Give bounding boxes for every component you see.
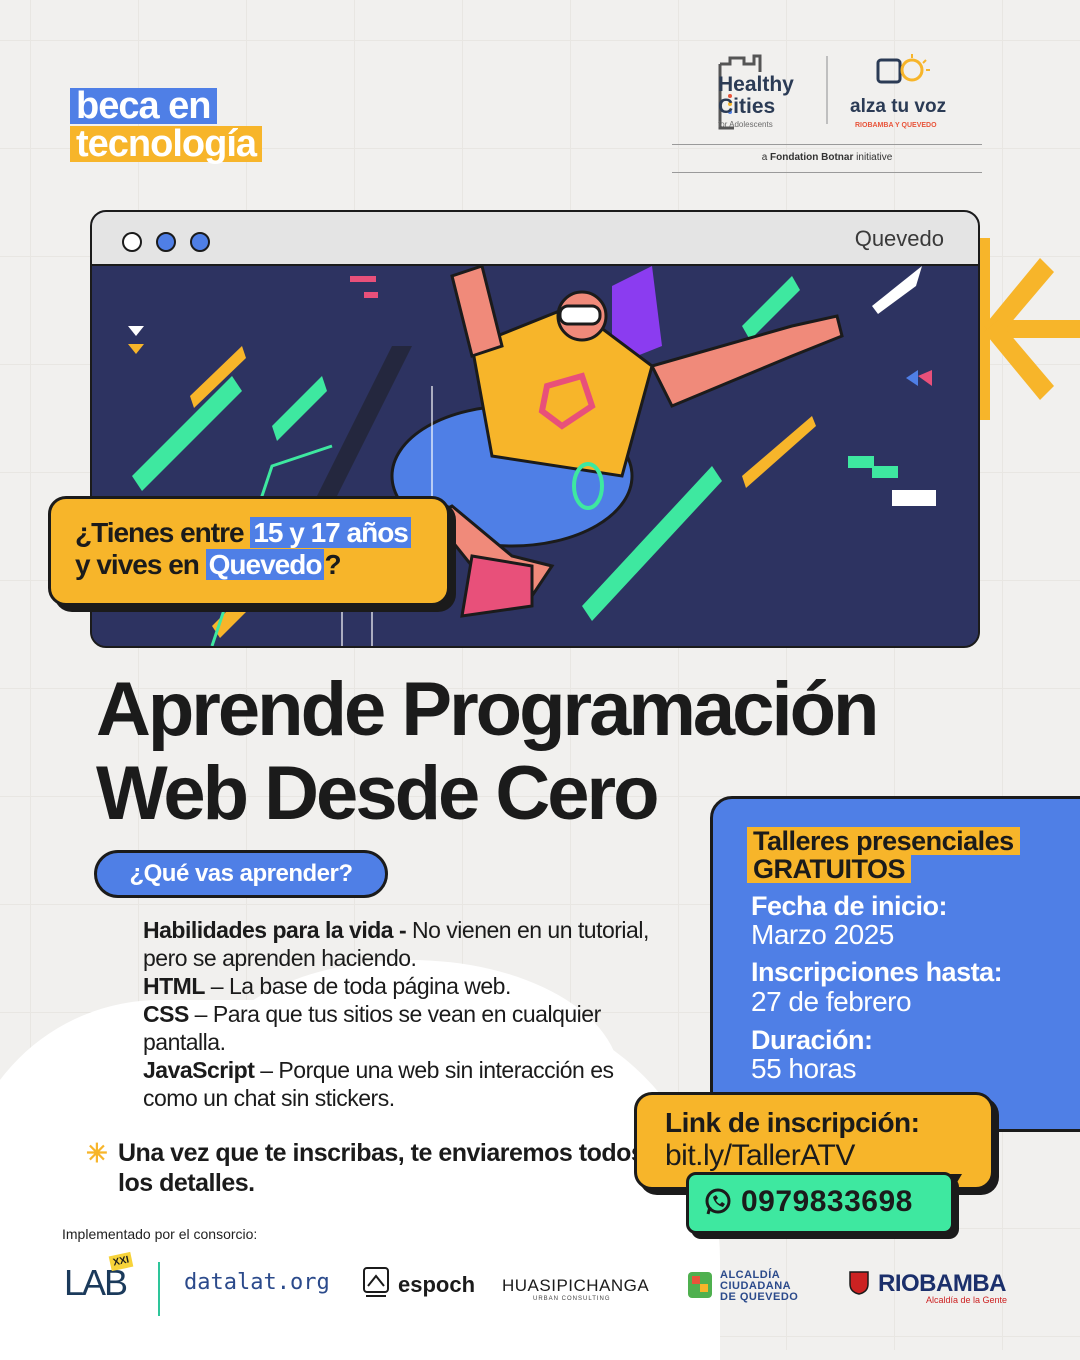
learn-pill: ¿Qué vas aprender? — [94, 850, 388, 898]
espoch-icon — [363, 1267, 389, 1297]
question-mark: ? — [324, 549, 341, 580]
huasipichanga-logo: HUASIPICHANGA — [502, 1276, 650, 1295]
duration-value: 55 horas — [751, 1053, 856, 1084]
headline-line2: Web Desde Cero — [96, 751, 660, 836]
registration-url[interactable]: bit.ly/TallerATV — [665, 1139, 855, 1173]
city-highlight: Quevedo — [205, 549, 325, 580]
age-question-bubble: ¿Tienes entre 15 y 17 años y vives en Qu… — [48, 496, 450, 606]
learn-item-title: JavaScript — [143, 1057, 255, 1083]
window-titlebar: Quevedo — [92, 212, 978, 266]
registration-note: ✳ Una vez que te inscribas, te enviaremo… — [86, 1138, 646, 1198]
learn-item: Habilidades para la vida - No vienen en … — [143, 916, 663, 972]
alcaldia-quevedo-logo: ALCALDÍA CIUDADANA DE QUEVEDO — [720, 1270, 798, 1303]
whatsapp-icon — [705, 1188, 731, 1215]
learn-item-text: – Para que tus sitios se vean en cualqui… — [143, 1001, 601, 1055]
partner-logos: Healthy Cities for Adolescents alza tu v… — [672, 48, 982, 174]
botnar-prefix: a — [761, 152, 768, 163]
datalat-logo: datalat.org — [184, 1270, 330, 1295]
beca-line2: tecnología — [70, 125, 263, 163]
learn-item-title: CSS — [143, 1001, 189, 1027]
alza-tu-voz-subtitle: RIOBAMBA Y QUEVEDO — [855, 122, 937, 129]
learn-item-text: – La base de toda página web. — [204, 973, 512, 999]
espoch-logo: espoch — [398, 1272, 476, 1297]
window-dot — [156, 232, 176, 252]
window-dot — [122, 232, 142, 252]
phone-number[interactable]: 0979833698 — [741, 1185, 913, 1219]
window-title: Quevedo — [854, 226, 944, 251]
footer-divider — [158, 1262, 160, 1316]
headline-line1: Aprende Programación — [96, 667, 879, 752]
logo-divider — [826, 56, 828, 124]
huasipichanga-subtitle: URBAN CONSULTING — [533, 1296, 611, 1302]
learn-item: HTML – La base de toda página web. — [143, 972, 663, 1000]
workshop-tag: Talleres presenciales — [747, 827, 1020, 855]
question-text: y vives en — [75, 549, 206, 580]
divider — [672, 172, 982, 173]
free-tag: GRATUITOS — [747, 855, 912, 883]
botnar-name: Fondation Botnar — [770, 152, 854, 163]
botnar-suffix: initiative — [856, 152, 893, 163]
learn-item: JavaScript – Porque una web sin interacc… — [143, 1056, 663, 1112]
registration-label: Link de inscripción: — [665, 1107, 920, 1138]
window-dot — [190, 232, 210, 252]
healthy-cities-subtitle: for Adolescents — [718, 120, 773, 129]
start-label: Fecha de inicio: — [751, 891, 948, 921]
deadline-value: 27 de febrero — [751, 986, 912, 1017]
age-highlight: 15 y 17 años — [250, 517, 411, 548]
note-text: Una vez que te inscribas, te enviaremos … — [118, 1139, 645, 1197]
asterisk-icon: ✳ — [86, 1138, 108, 1168]
riobamba-logo: RIOBAMBA — [878, 1270, 1007, 1297]
healthy-cities-title: Healthy Cities — [718, 73, 794, 118]
alcaldia-quevedo-icon — [688, 1272, 712, 1298]
question-text: ¿Tienes entre — [75, 517, 251, 548]
question-line2: y vives en Quevedo? — [75, 549, 342, 581]
learn-item: CSS – Para que tus sitios se vean en cua… — [143, 1000, 663, 1056]
alcaldia-line: DE QUEVEDO — [720, 1291, 799, 1303]
workshop-info-box: Talleres presenciales GRATUITOS Fecha de… — [710, 796, 1080, 1132]
riobamba-shield-icon — [849, 1271, 869, 1295]
alza-tu-voz-title: alza tu voz — [850, 96, 947, 117]
beca-line1: beca en — [70, 87, 217, 125]
botnar-credit: a Fondation Botnar initiative — [672, 152, 982, 163]
learn-item-title: HTML — [143, 973, 205, 999]
divider — [672, 144, 982, 145]
question-line1: ¿Tienes entre 15 y 17 años — [75, 517, 411, 549]
consortium-label: Implementado por el consorcio: — [62, 1226, 258, 1242]
riobamba-subtitle: Alcaldía de la Gente — [926, 1295, 1008, 1305]
beca-logo: beca en tecnología — [70, 87, 263, 163]
duration-label: Duración: — [751, 1025, 873, 1055]
start-value: Marzo 2025 — [751, 919, 894, 950]
learn-list: Habilidades para la vida - No vienen en … — [143, 916, 663, 1112]
learn-item-title: Habilidades para la vida - — [143, 917, 412, 943]
deadline-label: Inscripciones hasta: — [751, 957, 1003, 987]
alza-tu-voz-icon — [876, 54, 930, 84]
whatsapp-contact[interactable]: 0979833698 — [686, 1172, 954, 1234]
